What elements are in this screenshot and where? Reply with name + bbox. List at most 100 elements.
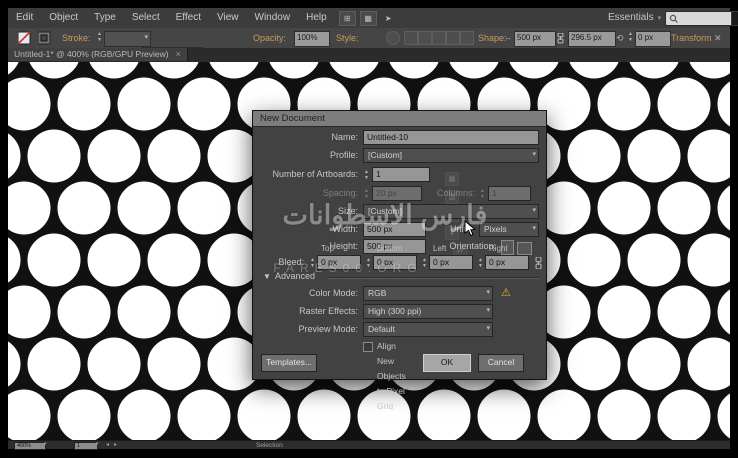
advanced-toggle[interactable]: Advanced — [275, 269, 315, 284]
bleed-label: Bleed: — [253, 255, 304, 270]
bleed-left-stepper[interactable]: ▲▼ — [421, 257, 428, 269]
units-dropdown[interactable]: Pixels — [479, 222, 539, 237]
arrange-documents-icon[interactable]: ▦ — [360, 11, 377, 26]
ok-button[interactable]: OK — [423, 354, 471, 372]
profile-label: Profile: — [253, 148, 358, 163]
stroke-weight-label[interactable]: Stroke: — [62, 31, 91, 45]
menu-view[interactable]: View — [209, 8, 247, 28]
align-pixel-grid-label: Align New Objects to Pixel Grid — [377, 339, 406, 414]
align-right-icon[interactable] — [432, 31, 446, 45]
panel-menu-icon[interactable]: ✕ — [714, 31, 722, 45]
fill-swatch-icon[interactable] — [18, 31, 34, 45]
menu-help[interactable]: Help — [298, 8, 335, 28]
dock-toggle-icon[interactable] — [731, 11, 738, 26]
angle-stepper[interactable]: ▲▼ — [627, 31, 634, 45]
spacing-stepper: ▲▼ — [363, 188, 370, 200]
menu-object[interactable]: Object — [41, 8, 86, 28]
align-center-icon[interactable] — [418, 31, 432, 45]
align-pixel-grid-checkbox[interactable] — [363, 342, 373, 352]
stroke-swatch-icon[interactable] — [38, 31, 54, 45]
zoom-level-field[interactable]: 400% — [14, 442, 46, 450]
app-window: Edit Object Type Select Effect View Wind… — [0, 0, 738, 458]
bleed-bottom-stepper[interactable]: ▲▼ — [365, 257, 372, 269]
raster-effects-dropdown[interactable]: High (300 ppi) — [363, 304, 493, 319]
new-document-dialog: New Document Name: Untitled-10 Profile: … — [252, 110, 547, 380]
color-mode-dropdown[interactable]: RGB — [363, 286, 493, 301]
bleed-top-stepper[interactable]: ▲▼ — [309, 257, 316, 269]
zoom-dropdown-icon[interactable]: ▾ — [44, 441, 47, 447]
isolate-icon[interactable] — [386, 31, 400, 45]
transform-link[interactable]: Transform — [671, 31, 712, 45]
control-bar: Stroke: ▲▼ Basic Opacity: 100% Style: Sh… — [8, 28, 730, 49]
preview-mode-dropdown[interactable]: Default — [363, 322, 493, 337]
orientation-landscape-icon[interactable] — [517, 242, 532, 255]
warning-icon: ⚠ — [501, 286, 511, 301]
document-tab[interactable]: Untitled-1* @ 400% (RGB/GPU Preview) × — [8, 48, 188, 61]
bleed-bottom-field[interactable]: 0 px — [373, 255, 417, 270]
height-label: Height: — [253, 239, 358, 254]
artboards-label: Number of Artboards: — [253, 167, 358, 182]
artboard-nav-field[interactable]: 1 — [74, 442, 98, 450]
advanced-divider — [328, 277, 539, 279]
spacing-label: Spacing: — [253, 186, 358, 201]
angle-field[interactable]: 0 px — [635, 31, 671, 47]
size-dropdown[interactable]: [Custom] — [363, 204, 539, 219]
link-dimensions-icon[interactable] — [556, 33, 565, 47]
menu-select[interactable]: Select — [124, 8, 168, 28]
artboards-stepper[interactable]: ▲▼ — [363, 169, 370, 181]
close-tab-icon[interactable]: × — [176, 49, 181, 59]
menu-edit[interactable]: Edit — [8, 8, 41, 28]
bleed-link-icon[interactable] — [534, 257, 543, 269]
menu-effect[interactable]: Effect — [168, 8, 209, 28]
grid-by-row-icon[interactable]: ▦ — [445, 172, 459, 186]
bleed-top-field[interactable]: 0 px — [317, 255, 361, 270]
status-bar: 400% ▾ 1 ▾ ◂ ▸ Selection — [8, 440, 730, 449]
size-label: Size: — [253, 204, 358, 219]
name-label: Name: — [253, 130, 358, 145]
bridge-icon[interactable]: ⊞ — [339, 11, 356, 26]
cancel-button[interactable]: Cancel — [478, 354, 524, 372]
profile-dropdown[interactable]: [Custom] — [363, 148, 539, 163]
stroke-stepper[interactable]: ▲▼ — [96, 31, 103, 45]
shape-label[interactable]: Shape: — [478, 31, 507, 45]
artboard-dropdown-icon[interactable]: ▾ — [96, 441, 99, 447]
opacity-field[interactable]: 100% — [294, 31, 330, 47]
search-icon — [669, 14, 678, 23]
bleed-right-field[interactable]: 0 px — [485, 255, 529, 270]
units-label: Units: — [413, 222, 473, 237]
artboard-prev-icon[interactable]: ◂ — [106, 441, 109, 448]
bleed-left-field[interactable]: 0 px — [429, 255, 473, 270]
status-tool-name: Selection — [256, 442, 283, 449]
search-input[interactable] — [665, 11, 733, 26]
advanced-chevron-icon[interactable]: ▼ — [263, 269, 271, 284]
preview-mode-label: Preview Mode: — [253, 322, 358, 337]
templates-button[interactable]: Templates... — [261, 354, 317, 372]
dialog-title[interactable]: New Document — [253, 111, 546, 127]
columns-stepper: ▲▼ — [479, 188, 486, 200]
rotate-icon: ⟲ — [616, 31, 624, 45]
workspace-switcher[interactable]: Essentials — [608, 11, 661, 26]
bleed-bottom-header: Bottom — [377, 244, 402, 253]
name-field[interactable]: Untitled-10 — [363, 130, 539, 145]
align-bottom-icon[interactable] — [460, 31, 474, 45]
columns-label: Columns: — [413, 186, 475, 201]
bleed-right-stepper[interactable]: ▲▼ — [477, 257, 484, 269]
style-label[interactable]: Style: — [336, 31, 359, 45]
document-tab-title: Untitled-1* @ 400% (RGB/GPU Preview) — [14, 49, 169, 59]
width-arrow-icon: ↔ — [504, 31, 512, 45]
menu-window[interactable]: Window — [247, 8, 299, 28]
bleed-left-header: Left — [433, 244, 446, 253]
share-icon[interactable]: ➤ — [381, 12, 396, 25]
align-top-icon[interactable] — [446, 31, 460, 45]
bleed-right-header: Right — [489, 244, 508, 253]
artboard-next-icon[interactable]: ▸ — [114, 441, 117, 448]
artboards-field[interactable]: 1 — [372, 167, 430, 182]
opacity-label[interactable]: Opacity: — [253, 31, 286, 45]
raster-effects-label: Raster Effects: — [253, 304, 358, 319]
width-label: Width: — [253, 222, 358, 237]
align-left-icon[interactable] — [404, 31, 418, 45]
stroke-weight-dropdown[interactable] — [104, 31, 151, 47]
shape-width-field[interactable]: 500 px — [514, 31, 556, 47]
shape-height-field[interactable]: 296.5 px — [568, 31, 616, 47]
menu-type[interactable]: Type — [86, 8, 124, 28]
